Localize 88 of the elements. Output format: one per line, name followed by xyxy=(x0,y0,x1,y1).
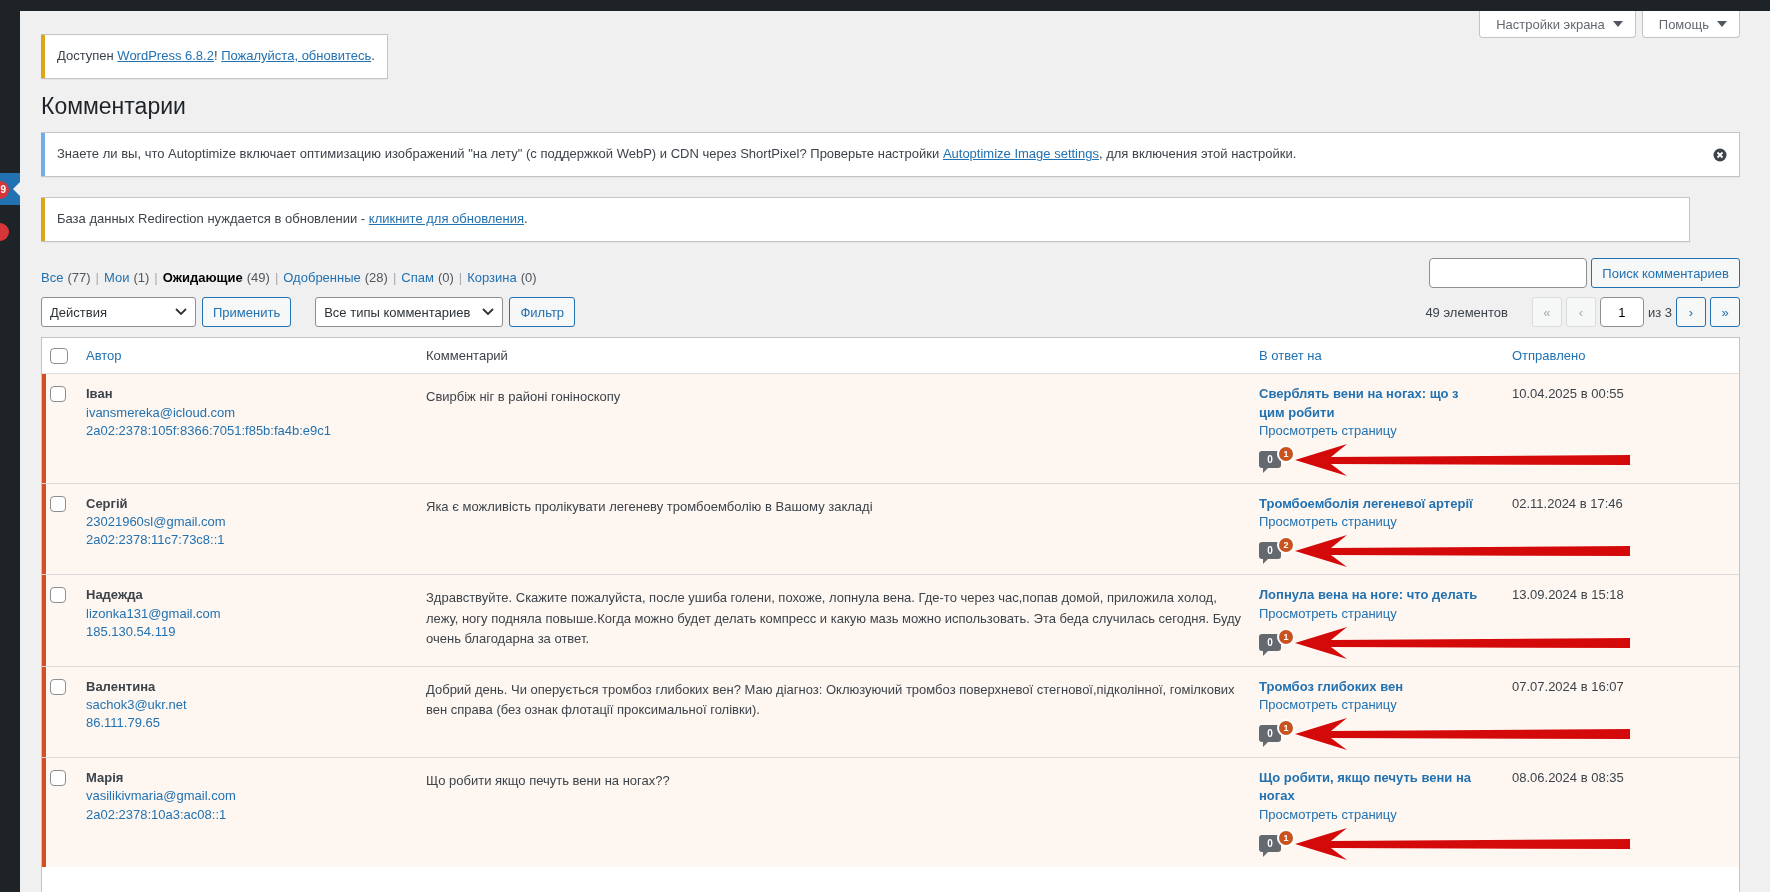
page-nav-button[interactable]: › xyxy=(1676,297,1706,328)
chevron-down-icon xyxy=(175,308,187,317)
author-email-link[interactable]: vasilikivmaria@gmail.com xyxy=(86,787,410,806)
page-total: из 3 xyxy=(1647,304,1672,320)
separator: | xyxy=(392,269,397,285)
author-email-link[interactable]: ivansmereka@icloud.com xyxy=(86,403,410,422)
notice-link[interactable]: Autoptimize Image settings xyxy=(942,146,1099,162)
page-nav-button[interactable]: » xyxy=(1710,297,1740,328)
submitted-date: 02.11.2024 в 17:46 xyxy=(1512,495,1624,513)
pending-count-badge: 2 xyxy=(1277,536,1295,555)
comment-text: Яка є можливість пролікувати легеневу тромбоемболію в Вашому закладі xyxy=(426,498,874,516)
page-number-field[interactable]: 1 xyxy=(1599,297,1644,328)
post-title-link[interactable]: Тромбоемболія легеневої артерії xyxy=(1259,495,1483,514)
screen-options-button[interactable]: Помощь xyxy=(1641,11,1740,38)
notice-text: Знаете ли вы, что Autoptimize включает оптимизацию изображений "на лету" (с поддержкой WebP) и CDN через ShortPixel? Проверьте настройки Autoptimize Image settings, для включения этой настройки. xyxy=(57,145,1298,164)
caret-icon xyxy=(1612,21,1623,27)
author-ip-link[interactable]: 2a02:2378:105f:8366:7051:f85b:fa4b:e9c1 xyxy=(86,421,410,440)
toolbar-button[interactable]: Фильтр xyxy=(509,297,576,328)
submitted-date: 07.07.2024 в 16:07 xyxy=(1512,677,1625,696)
separator: | xyxy=(154,269,158,285)
post-title-link[interactable]: Сверблять вени на ногах: що з цим робити xyxy=(1259,385,1483,422)
notice-link[interactable]: кликните для обновления xyxy=(368,211,525,227)
view-page-link[interactable]: Просмотреть страницу xyxy=(1259,695,1496,715)
comment-text: Здравствуйте. Скажите пожалуйста, после ушиба голени, похоже, лопнула вена. Где-то через час,попав домой, приложила холод, лежу, ногу подняла повыше.Когда можно будет делать компресс и какую мазь можно использовать. Эта беда случилась сегодня. Буду очень благодарна за ответ. xyxy=(426,589,1243,648)
post-title-link[interactable]: Лопнула вена на ноге: что делать xyxy=(1259,586,1483,605)
column-header: Комментарий xyxy=(425,348,509,364)
pending-count-badge: 1 xyxy=(1277,445,1295,463)
column-sort-link[interactable]: Отправлено xyxy=(1504,348,1739,364)
author-email-link[interactable]: sachok3@ukr.net xyxy=(86,695,410,715)
dropdown[interactable]: Действия xyxy=(41,297,196,328)
page-title: Комментарии xyxy=(41,92,187,122)
column-sort-link[interactable]: В ответ на xyxy=(1251,348,1504,364)
separator: | xyxy=(274,269,279,285)
view-page-link[interactable]: Просмотреть страницу xyxy=(1259,805,1496,824)
close-icon[interactable] xyxy=(1713,147,1727,162)
separator: | xyxy=(95,269,99,285)
screen-options-button[interactable]: Настройки экрана xyxy=(1479,11,1636,38)
comment-text: Що робити якщо печуть вени на ногах?? xyxy=(426,772,671,791)
submitted-date: 13.09.2024 в 15:18 xyxy=(1512,586,1625,605)
author-email-link[interactable]: 23021960sl@gmail.com xyxy=(86,513,410,532)
post-title-link[interactable]: Що робити, якщо печуть вени на ногах xyxy=(1259,769,1483,806)
author-ip-link[interactable]: 86.111.79.65 xyxy=(86,714,410,733)
notice-link[interactable]: WordPress 6.8.2 xyxy=(117,48,214,63)
checkbox[interactable] xyxy=(50,386,66,403)
filter-link[interactable]: Корзина (0) xyxy=(467,269,537,285)
submitted-date: 10.04.2025 в 00:55 xyxy=(1512,385,1625,404)
checkbox[interactable] xyxy=(50,587,66,604)
view-page-link[interactable]: Просмотреть страницу xyxy=(1259,513,1496,532)
author-email-link[interactable]: lizonka131@gmail.com xyxy=(86,604,410,623)
author-name: Надежда xyxy=(86,586,144,605)
notice-text: База данных Redirection нуждается в обновлении - кликните для обновления. xyxy=(57,210,529,229)
author-name: Марія xyxy=(86,769,125,788)
checkbox[interactable] xyxy=(50,496,66,512)
filter-link[interactable]: Мои (1) xyxy=(103,269,150,285)
sidebar-item[interactable]: 9 xyxy=(0,173,20,205)
submitted-date: 08.06.2024 в 08:35 xyxy=(1512,769,1625,788)
view-page-link[interactable]: Просмотреть страницу xyxy=(1259,604,1496,623)
chevron-down-icon xyxy=(482,308,495,317)
author-name: Сергій xyxy=(86,495,129,513)
comment-text: Добрий день. Чи оперується тромбоз глибоких вен? Маю діагноз: Оклюзуючий тромбоз поверхневої стегнової,підколінної, гомілкових вен справа (без ознак флотації проксимальної голівки). xyxy=(426,680,1236,719)
items-count: 49 элементов xyxy=(1425,304,1508,320)
search-button[interactable]: Поиск комментариев xyxy=(1591,258,1740,289)
pending-count-badge: 1 xyxy=(1277,627,1295,646)
view-page-link[interactable]: Просмотреть страницу xyxy=(1259,421,1496,440)
filter-link[interactable]: Спам (0) xyxy=(401,269,454,285)
search-field[interactable] xyxy=(1429,258,1588,289)
notice-text: Доступен WordPress 6.8.2! Пожалуйста, обновитесь. xyxy=(57,47,375,65)
column-sort-link[interactable]: Автор xyxy=(78,348,418,364)
count-badge: 9 xyxy=(0,181,9,199)
toolbar-button[interactable]: Применить xyxy=(202,297,292,328)
filter-link[interactable]: Одобренные (28) xyxy=(283,269,388,285)
author-ip-link[interactable]: 2a02:2378:11c7:73c8::1 xyxy=(86,531,410,550)
separator: | xyxy=(458,269,463,285)
author-ip-link[interactable]: 185.130.54.119 xyxy=(86,622,410,641)
filter-link[interactable]: Все (77) xyxy=(41,269,91,285)
comment-text: Свирбіж ніг в районі гоніноскопу xyxy=(426,388,622,407)
dropdown[interactable]: Все типы комментариев xyxy=(315,297,504,328)
select-all-checkbox[interactable] xyxy=(50,347,68,364)
checkbox[interactable] xyxy=(50,678,66,695)
post-title-link[interactable]: Тромбоз глибоких вен xyxy=(1259,677,1483,696)
author-ip-link[interactable]: 2a02:2378:10a3:ac08::1 xyxy=(86,805,410,824)
caret-icon xyxy=(1717,21,1727,27)
author-name: Іван xyxy=(86,385,114,404)
pending-count-badge: 1 xyxy=(1277,828,1295,847)
author-name: Валентина xyxy=(86,677,157,696)
filter-link[interactable]: Ожидающие (49) xyxy=(162,269,270,285)
checkbox[interactable] xyxy=(50,770,66,787)
pending-count-badge: 1 xyxy=(1277,719,1295,738)
